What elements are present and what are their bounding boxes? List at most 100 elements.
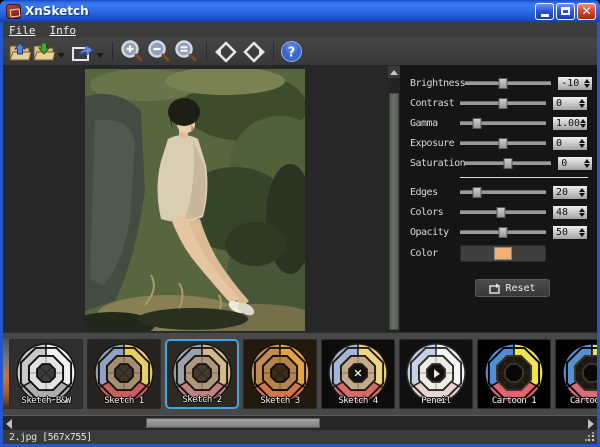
color-wheel-icon bbox=[249, 342, 311, 404]
menu-info[interactable]: Info bbox=[50, 24, 77, 37]
viewer-vertical-scroll-thumb[interactable] bbox=[389, 93, 399, 330]
preset-filmstrip: Sketch B&W Sketch 1 bbox=[3, 332, 597, 415]
title-bar[interactable]: XnSketch ✕ bbox=[0, 0, 600, 22]
contrast-spinbox[interactable]: 0 bbox=[552, 96, 588, 111]
color-wheel-icon bbox=[483, 342, 545, 404]
edges-spinbox[interactable]: 20 bbox=[552, 185, 588, 200]
slider-row: Exposure 0 bbox=[400, 133, 597, 153]
brightness-label: Brightness bbox=[410, 78, 465, 89]
gamma-spinbox[interactable]: 1.00 bbox=[552, 116, 588, 131]
help-icon: ? bbox=[280, 40, 303, 63]
color-picker-button[interactable] bbox=[460, 245, 546, 262]
window-title: XnSketch bbox=[25, 4, 89, 18]
color-swatch bbox=[494, 247, 512, 260]
opacity-label: Opacity bbox=[410, 227, 460, 238]
slider-handle[interactable] bbox=[504, 158, 513, 169]
brightness-spinbox[interactable]: -10 bbox=[557, 76, 593, 91]
scroll-right-icon[interactable] bbox=[585, 417, 597, 430]
slider-handle[interactable] bbox=[473, 187, 482, 198]
menu-file[interactable]: File bbox=[9, 24, 36, 37]
color-wheel-icon bbox=[15, 342, 77, 404]
spinner-arrows-icon[interactable] bbox=[582, 79, 592, 88]
opacity-spinbox[interactable]: 50 bbox=[552, 225, 588, 240]
color-row: Color bbox=[400, 244, 597, 262]
spinner-arrows-icon[interactable] bbox=[577, 99, 587, 108]
slider-row: Brightness -10 bbox=[400, 73, 597, 93]
preset-label: Sketch 3 bbox=[244, 396, 316, 406]
slider-row: Saturation 0 bbox=[400, 153, 597, 173]
toolbar-separator bbox=[112, 42, 113, 62]
spinner-arrows-icon[interactable] bbox=[577, 208, 587, 217]
spinner-arrows-icon[interactable] bbox=[582, 159, 592, 168]
toolbar-separator bbox=[273, 42, 274, 62]
color-wheel-icon bbox=[93, 342, 155, 404]
preset-label: Pencil bbox=[400, 396, 472, 406]
preset-sketch-4[interactable]: Sketch 4 bbox=[321, 339, 395, 409]
viewer-vertical-scrollbar[interactable] bbox=[388, 66, 400, 332]
zoom-in-button[interactable] bbox=[119, 39, 146, 65]
contrast-slider[interactable] bbox=[460, 101, 546, 105]
app-window: XnSketch ✕ File Info bbox=[0, 0, 600, 447]
preset-label: Sketch 4 bbox=[322, 396, 394, 406]
export-dropdown-caret[interactable] bbox=[96, 53, 104, 58]
preset-sketch-bw[interactable]: Sketch B&W bbox=[9, 339, 83, 409]
filmstrip-scroll-thumb[interactable] bbox=[146, 418, 320, 428]
resize-grip-icon[interactable] bbox=[585, 432, 595, 442]
contrast-label: Contrast bbox=[410, 98, 460, 109]
export-button[interactable] bbox=[71, 39, 95, 65]
slider-handle[interactable] bbox=[499, 78, 508, 89]
saturation-slider[interactable] bbox=[465, 161, 551, 165]
colors-spinbox[interactable]: 48 bbox=[552, 205, 588, 220]
save-button[interactable] bbox=[32, 39, 56, 65]
slider-handle[interactable] bbox=[499, 98, 508, 109]
gamma-slider[interactable] bbox=[460, 121, 546, 125]
preset-pencil[interactable]: Pencil bbox=[399, 339, 473, 409]
preset-sketch-1[interactable]: Sketch 1 bbox=[87, 339, 161, 409]
reset-button[interactable]: Reset bbox=[475, 279, 550, 297]
exposure-spinbox[interactable]: 0 bbox=[552, 136, 588, 151]
saturation-spinbox[interactable]: 0 bbox=[557, 156, 593, 171]
save-folder-icon bbox=[32, 41, 56, 63]
image-viewport[interactable] bbox=[3, 65, 400, 332]
preset-label: Sketch 1 bbox=[88, 396, 160, 406]
open-button[interactable] bbox=[8, 39, 32, 65]
svg-text:?: ? bbox=[288, 46, 296, 61]
slider-row: Colors 48 bbox=[400, 202, 597, 222]
zoom-out-button[interactable] bbox=[146, 39, 173, 65]
zoom-actual-button[interactable] bbox=[173, 39, 200, 65]
colors-label: Colors bbox=[410, 207, 460, 218]
preset-sketch-2[interactable]: Sketch 2 bbox=[165, 339, 239, 409]
slider-handle[interactable] bbox=[499, 138, 508, 149]
preset-cartoon-1[interactable]: Cartoon 1 bbox=[477, 339, 551, 409]
rotate-left-button[interactable] bbox=[213, 39, 239, 65]
edges-label: Edges bbox=[410, 187, 460, 198]
brightness-slider[interactable] bbox=[465, 81, 551, 85]
spinner-arrows-icon[interactable] bbox=[577, 139, 587, 148]
save-dropdown-caret[interactable] bbox=[57, 53, 65, 58]
color-wheel-icon bbox=[561, 342, 597, 404]
preset-sketch-3[interactable]: Sketch 3 bbox=[243, 339, 317, 409]
filmstrip-scrollbar[interactable] bbox=[3, 415, 597, 430]
slider-handle[interactable] bbox=[497, 207, 506, 218]
preset-cartoon-2[interactable]: Cartoon 2 bbox=[555, 339, 597, 409]
close-button[interactable]: ✕ bbox=[577, 3, 596, 20]
colors-slider[interactable] bbox=[460, 210, 546, 214]
open-folder-icon bbox=[8, 41, 32, 63]
edges-slider[interactable] bbox=[460, 190, 546, 194]
spinner-arrows-icon[interactable] bbox=[577, 228, 587, 237]
exposure-slider[interactable] bbox=[460, 141, 546, 145]
slider-handle[interactable] bbox=[473, 118, 482, 129]
zoom-in-icon bbox=[119, 39, 146, 65]
spinner-arrows-icon[interactable] bbox=[580, 119, 587, 128]
scroll-left-icon[interactable] bbox=[3, 417, 15, 430]
preset-label: Sketch B&W bbox=[10, 396, 82, 406]
preset-label: Cartoon 1 bbox=[478, 396, 550, 406]
spinner-arrows-icon[interactable] bbox=[577, 188, 587, 197]
rotate-right-button[interactable] bbox=[241, 39, 267, 65]
help-button[interactable]: ? bbox=[280, 39, 303, 65]
opacity-slider[interactable] bbox=[460, 230, 546, 234]
minimize-button[interactable] bbox=[535, 3, 554, 20]
scroll-up-icon[interactable] bbox=[388, 66, 400, 78]
slider-handle[interactable] bbox=[499, 227, 508, 238]
maximize-button[interactable] bbox=[556, 3, 575, 20]
